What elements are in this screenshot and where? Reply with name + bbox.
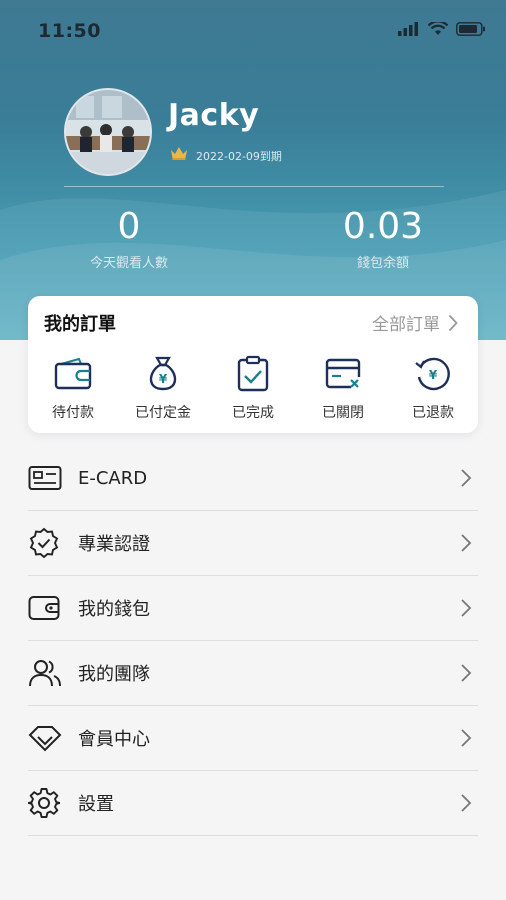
order-status-label: 已完成 xyxy=(232,405,274,421)
order-status-closed[interactable]: 已關閉 xyxy=(298,354,388,422)
order-status-label: 已退款 xyxy=(412,405,454,421)
order-status-pending-payment[interactable]: 待付款 xyxy=(28,354,118,422)
svg-text:¥: ¥ xyxy=(429,368,438,382)
stat-label: 今天觀看人數 xyxy=(89,256,168,271)
id-card-icon xyxy=(28,466,62,490)
membership-expiry: 2022-02-09到期 xyxy=(196,150,282,163)
stat-value: 0.03 xyxy=(342,206,424,247)
order-status-label: 已付定金 xyxy=(135,405,191,421)
chevron-right-icon xyxy=(461,469,472,487)
menu-item-label: 會員中心 xyxy=(78,729,150,750)
svg-text:¥: ¥ xyxy=(159,372,168,386)
chevron-right-icon xyxy=(461,599,472,617)
menu-item-certification[interactable]: 專業認證 xyxy=(28,511,478,576)
avatar-photo xyxy=(66,90,150,174)
wallet-icon xyxy=(28,596,60,620)
crown-icon xyxy=(171,147,187,160)
clipboard-check-icon xyxy=(237,355,269,392)
stat-label: 錢包余額 xyxy=(356,256,409,271)
header-divider xyxy=(64,186,444,187)
menu-item-label: 我的錢包 xyxy=(78,599,150,620)
menu-item-label: 專業認證 xyxy=(78,534,150,555)
chevron-right-icon xyxy=(461,664,472,682)
chevron-right-icon xyxy=(461,794,472,812)
menu-item-wallet[interactable]: 我的錢包 xyxy=(28,576,478,641)
order-status-completed[interactable]: 已完成 xyxy=(208,354,298,422)
wallet-icon xyxy=(54,357,92,390)
diamond-icon xyxy=(28,726,62,752)
status-bar: 11:50 xyxy=(0,0,506,62)
menu-item-membership[interactable]: 會員中心 xyxy=(28,706,478,771)
order-status-label: 已關閉 xyxy=(322,405,364,421)
stat-value: 0 xyxy=(117,206,141,247)
stat-today-viewers[interactable]: 0 今天觀看人數 xyxy=(64,206,194,271)
settings-menu: E-CARD 專業認證 我的錢包 我的團隊 會員中心 設置 xyxy=(28,446,478,836)
card-close-icon xyxy=(325,358,361,389)
money-bag-icon: ¥ xyxy=(149,356,177,391)
menu-item-settings[interactable]: 設置 xyxy=(28,771,478,836)
menu-item-ecard[interactable]: E-CARD xyxy=(28,446,478,511)
orders-title: 我的訂單 xyxy=(44,314,116,335)
battery-icon xyxy=(456,22,485,36)
username: Jacky xyxy=(168,98,260,133)
cellular-signal-icon xyxy=(398,22,418,36)
menu-item-label: 設置 xyxy=(78,794,114,815)
menu-item-label: E-CARD xyxy=(78,467,148,489)
chevron-right-icon xyxy=(461,534,472,552)
order-status-deposit-paid[interactable]: ¥ 已付定金 xyxy=(118,354,208,422)
order-status-label: 待付款 xyxy=(52,405,94,421)
status-time: 11:50 xyxy=(38,20,101,42)
all-orders-link[interactable]: 全部訂單 xyxy=(372,310,458,335)
certified-badge-icon xyxy=(29,527,59,559)
wifi-icon xyxy=(428,22,448,35)
order-status-refunded[interactable]: ¥ 已退款 xyxy=(388,354,478,422)
menu-item-team[interactable]: 我的團隊 xyxy=(28,641,478,706)
status-icons xyxy=(398,22,486,36)
gear-icon xyxy=(28,788,60,818)
avatar[interactable] xyxy=(64,88,152,176)
team-icon xyxy=(29,660,61,687)
orders-card: 我的訂單 全部訂單 待付款 ¥ 已付定金 已完成 已關閉 ¥ 已退款 xyxy=(28,296,478,433)
menu-item-label: 我的團隊 xyxy=(78,664,150,685)
chevron-right-icon xyxy=(461,729,472,747)
order-status-row: 待付款 ¥ 已付定金 已完成 已關閉 ¥ 已退款 xyxy=(28,354,478,422)
chevron-right-icon xyxy=(448,314,458,331)
all-orders-label: 全部訂單 xyxy=(372,315,440,335)
stat-wallet-balance[interactable]: 0.03 錢包余額 xyxy=(318,206,448,271)
refund-icon: ¥ xyxy=(415,357,450,391)
